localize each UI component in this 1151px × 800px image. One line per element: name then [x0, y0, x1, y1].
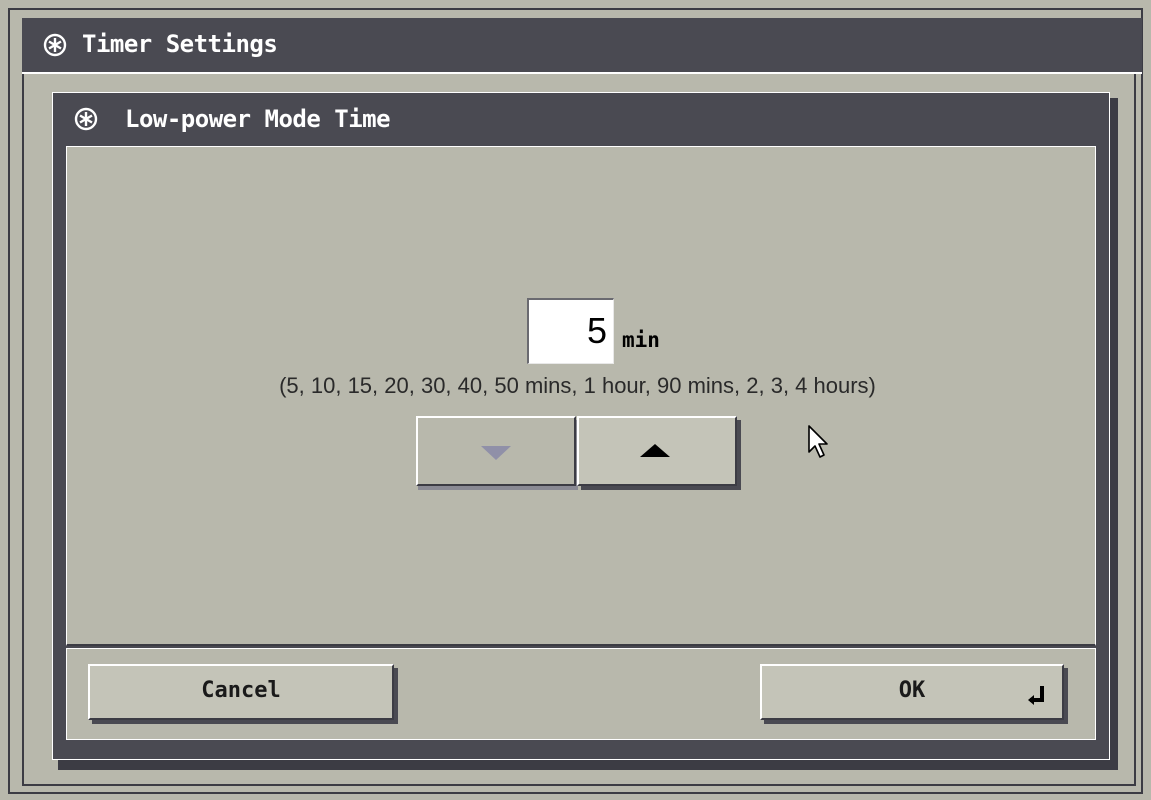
time-unit-label: min	[622, 328, 660, 352]
cancel-button[interactable]: Cancel	[88, 664, 394, 720]
triangle-down-icon	[481, 446, 511, 460]
window-titlebar: Timer Settings	[22, 18, 1142, 74]
dialog-title: Low-power Mode Time	[125, 105, 391, 133]
ok-button-label: OK	[898, 678, 926, 703]
cancel-button-label: Cancel	[201, 678, 281, 703]
time-value: 5	[586, 310, 607, 351]
triangle-up-icon	[640, 444, 670, 457]
asterisk-circle-icon	[43, 33, 67, 57]
window-title: Timer Settings	[82, 30, 278, 58]
asterisk-circle-icon	[74, 107, 98, 131]
mouse-pointer-icon	[808, 425, 828, 458]
enter-return-icon	[1028, 686, 1044, 705]
time-range-hint: (5, 10, 15, 20, 30, 40, 50 mins, 1 hour,…	[279, 373, 876, 398]
ok-button[interactable]: OK	[760, 664, 1064, 720]
